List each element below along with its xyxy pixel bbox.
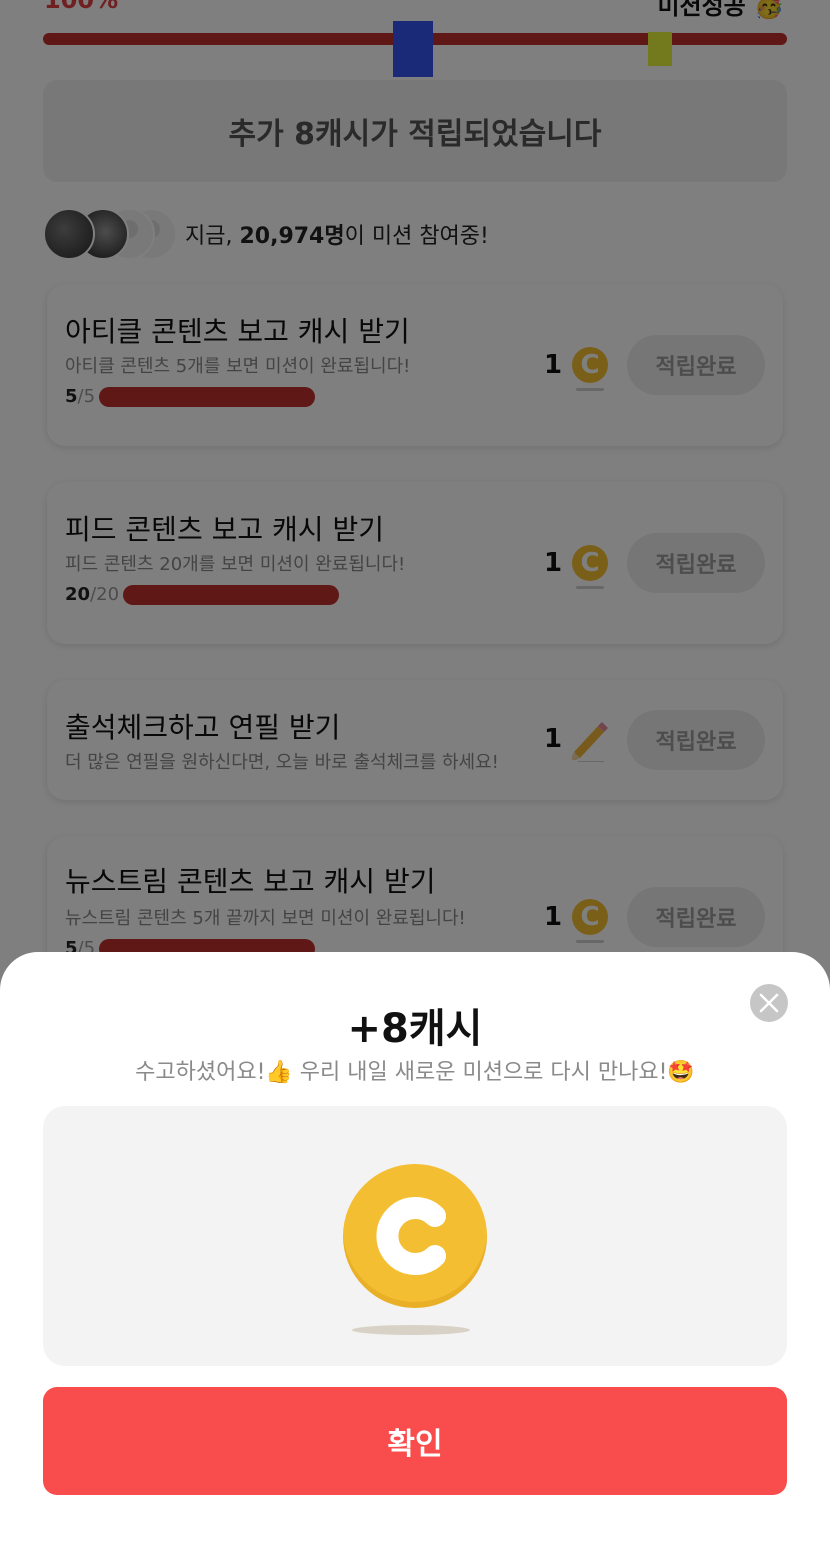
reward-message: 수고하셨어요!👍 우리 내일 새로운 미션으로 다시 만나요!🤩 <box>135 1060 695 1085</box>
coin-shadow <box>352 1325 470 1335</box>
coin-icon <box>343 1164 487 1308</box>
coin-c-glyph <box>376 1197 446 1275</box>
confirm-button[interactable]: 확인 <box>43 1387 787 1495</box>
reward-title: +8캐시 <box>347 1006 483 1052</box>
